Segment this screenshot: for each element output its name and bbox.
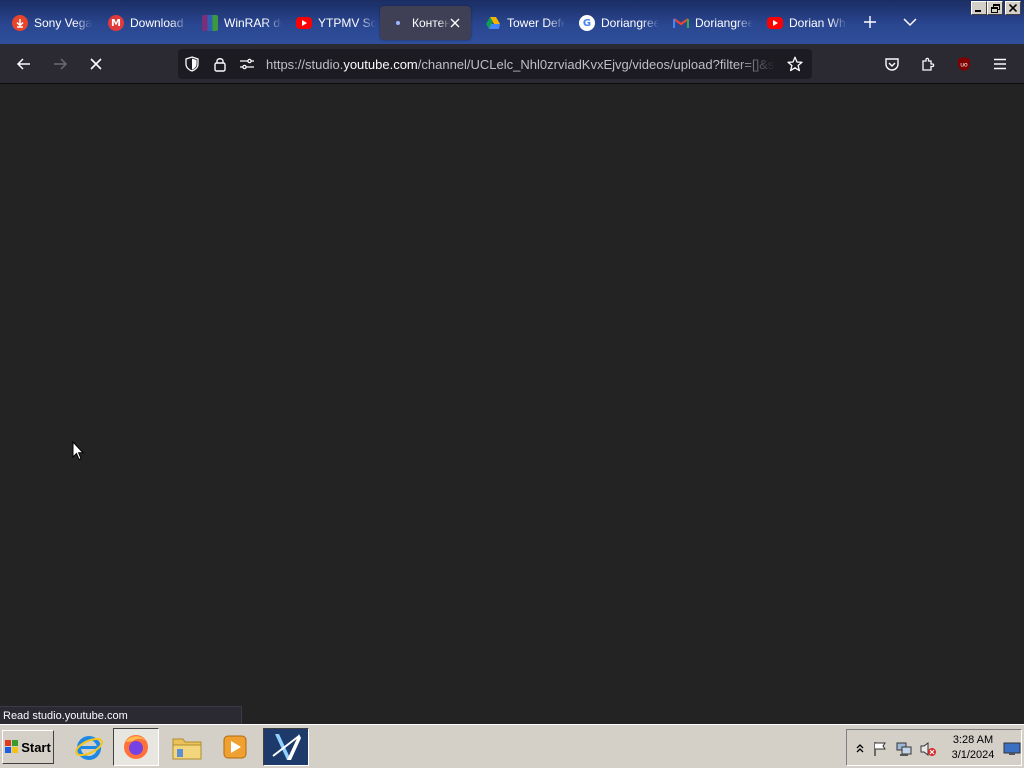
- lock-icon[interactable]: [212, 56, 228, 75]
- taskbar: Start 3:28 AM 3/1/2024: [0, 724, 1024, 768]
- tab-tower-defense[interactable]: Tower Defense: [475, 6, 565, 40]
- puzzle-icon: [922, 57, 935, 71]
- tab-label: WinRAR download: [224, 16, 282, 30]
- tab-doriangreen-gmail[interactable]: Doriangreen: [663, 6, 753, 40]
- tab-doriangreen-google[interactable]: G Doriangreen: [569, 6, 659, 40]
- tab-label: Контент: [412, 16, 450, 30]
- restore-icon: [990, 3, 1000, 13]
- youtube-icon: [296, 17, 312, 29]
- tab-label: Dorian White: [789, 16, 847, 30]
- svg-text:uo: uo: [960, 62, 968, 69]
- minimize-icon: [975, 10, 981, 12]
- new-tab-button[interactable]: [858, 10, 882, 34]
- chevron-up-icon: [856, 744, 864, 753]
- folder-icon: [172, 738, 202, 760]
- back-button[interactable]: [10, 50, 38, 78]
- tab-strip: Sony Vegas M Download WinRAR download YT…: [0, 0, 1024, 44]
- url-prefix: https://studio.: [266, 57, 344, 72]
- clock-time[interactable]: 3:28 AM: [943, 734, 1003, 746]
- loading-dot-icon: [390, 15, 406, 31]
- taskbar-file-explorer[interactable]: [164, 728, 210, 766]
- forward-button[interactable]: [46, 50, 74, 78]
- drive-icon: [485, 15, 501, 31]
- stop-loading-button[interactable]: [82, 50, 110, 78]
- winrar-icon: [202, 15, 218, 31]
- video-editor-icon: [271, 732, 301, 762]
- bookmark-star-icon[interactable]: [787, 56, 803, 75]
- chevron-down-icon: [903, 18, 917, 27]
- volume-muted-icon[interactable]: [919, 740, 937, 758]
- show-desktop-button[interactable]: [1003, 740, 1021, 758]
- tab-label: Download: [130, 16, 184, 30]
- clock-date[interactable]: 3/1/2024: [943, 749, 1003, 761]
- tab-label: YTPMV Scan: [318, 16, 376, 30]
- media-player-icon: [223, 735, 247, 759]
- tracking-protection-shield-icon[interactable]: [184, 56, 200, 75]
- youtube-icon: [767, 17, 783, 29]
- windows-logo-icon: [5, 740, 19, 753]
- tab-sony-vegas[interactable]: Sony Vegas: [2, 6, 92, 40]
- ublock-origin-button[interactable]: uo: [950, 50, 978, 78]
- tab-label: Doriangreen: [695, 16, 753, 30]
- tab-dorian-white[interactable]: Dorian White: [757, 6, 847, 40]
- plus-icon: [864, 16, 876, 28]
- tab-label: Doriangreen: [601, 16, 659, 30]
- pocket-icon: [885, 58, 899, 71]
- taskbar-firefox[interactable]: [113, 728, 159, 766]
- page-content-area: [0, 85, 1024, 724]
- tab-label: Tower Defense: [507, 16, 565, 30]
- internet-explorer-icon: [75, 736, 103, 760]
- tab-winrar[interactable]: WinRAR download: [192, 6, 282, 40]
- show-hidden-icons-button[interactable]: [851, 740, 869, 758]
- network-icon[interactable]: [895, 740, 913, 758]
- forward-arrow-icon: [54, 58, 68, 70]
- close-tab-icon[interactable]: [447, 15, 463, 31]
- taskbar-video-editor[interactable]: [263, 728, 309, 766]
- action-center-flag-icon[interactable]: [871, 740, 889, 758]
- status-panel: Read studio.youtube.com: [0, 706, 242, 725]
- tab-download[interactable]: M Download: [98, 6, 188, 40]
- tab-ytpmv[interactable]: YTPMV Scan: [286, 6, 376, 40]
- stop-icon: [90, 58, 102, 70]
- back-arrow-icon: [16, 58, 30, 70]
- close-window-button[interactable]: [1005, 1, 1021, 15]
- tab-content-active[interactable]: Контент: [380, 6, 471, 40]
- list-all-tabs-button[interactable]: [898, 10, 922, 34]
- taskbar-media-player[interactable]: [212, 728, 258, 766]
- gmail-icon: [673, 15, 689, 31]
- google-icon: G: [579, 15, 595, 31]
- pocket-button[interactable]: [878, 50, 906, 78]
- m-logo-icon: M: [108, 15, 124, 31]
- desktop-icon: [1003, 742, 1021, 755]
- start-label: Start: [21, 739, 51, 755]
- taskbar-internet-explorer[interactable]: [66, 728, 112, 766]
- address-bar[interactable]: https://studio.youtube.com/channel/UCLel…: [178, 49, 812, 79]
- download-icon: [12, 15, 28, 31]
- app-menu-button[interactable]: [986, 50, 1014, 78]
- url-domain: youtube.com: [343, 57, 418, 72]
- close-icon: [1009, 4, 1017, 12]
- navigation-toolbar: https://studio.youtube.com/channel/UCLel…: [0, 44, 1024, 84]
- url-path: /channel/UCLelc_Nhl0zrviadKvxEjvg/videos…: [417, 57, 776, 72]
- tab-label: Sony Vegas: [34, 16, 92, 30]
- mouse-cursor-icon: [72, 440, 85, 464]
- restore-button[interactable]: [987, 1, 1003, 15]
- url-field[interactable]: https://studio.youtube.com/channel/UCLel…: [266, 57, 776, 73]
- firefox-icon: [124, 735, 148, 759]
- permissions-icon[interactable]: [239, 56, 255, 75]
- system-tray: 3:28 AM 3/1/2024: [846, 729, 1022, 766]
- ublock-shield-icon: uo: [958, 57, 970, 71]
- start-button[interactable]: Start: [2, 730, 54, 764]
- extensions-button[interactable]: [914, 50, 942, 78]
- hamburger-menu-icon: [994, 58, 1006, 70]
- minimize-button[interactable]: [971, 1, 987, 15]
